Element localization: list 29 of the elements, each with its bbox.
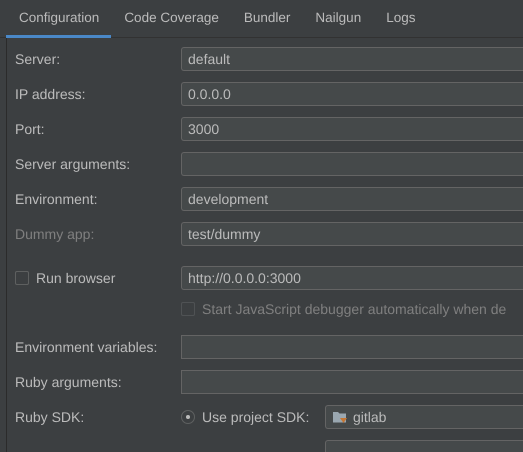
- field-label: Environment:: [15, 191, 98, 207]
- tab[interactable]: Code Coverage: [111, 0, 231, 38]
- field-label: Port:: [15, 121, 46, 137]
- field-label: Dummy app:: [15, 226, 96, 242]
- field-label: Ruby arguments:: [15, 374, 123, 390]
- input-field[interactable]: [181, 335, 523, 359]
- input-field[interactable]: [181, 370, 523, 394]
- input-field[interactable]: default: [181, 47, 523, 71]
- field-label: Server arguments:: [15, 156, 132, 172]
- input-field[interactable]: 0.0.0.0: [181, 82, 523, 106]
- field-label: IP address:: [15, 86, 87, 102]
- tab[interactable]: Nailgun: [302, 0, 374, 38]
- url-field[interactable]: http://0.0.0.0:3000: [181, 266, 523, 290]
- radio-label[interactable]: Use project SDK:: [202, 409, 310, 425]
- folder-icon: [332, 410, 348, 424]
- tab[interactable]: Logs: [373, 0, 428, 38]
- sdk-dropdown[interactable]: gitlab: [325, 405, 523, 429]
- radio-button[interactable]: [181, 410, 195, 424]
- checkbox[interactable]: [15, 271, 29, 285]
- input-field[interactable]: development: [181, 187, 523, 211]
- checkbox-label[interactable]: Run browser: [36, 270, 116, 286]
- sdk-name: gitlab: [353, 409, 386, 425]
- input-field[interactable]: [181, 152, 523, 176]
- field-label: Ruby SDK:: [15, 409, 86, 425]
- tab[interactable]: Configuration: [6, 0, 112, 38]
- tab[interactable]: Bundler: [230, 0, 302, 38]
- field-label: Server:: [15, 51, 62, 67]
- field-label: Environment variables:: [15, 339, 158, 355]
- input-field[interactable]: 3000: [181, 117, 523, 141]
